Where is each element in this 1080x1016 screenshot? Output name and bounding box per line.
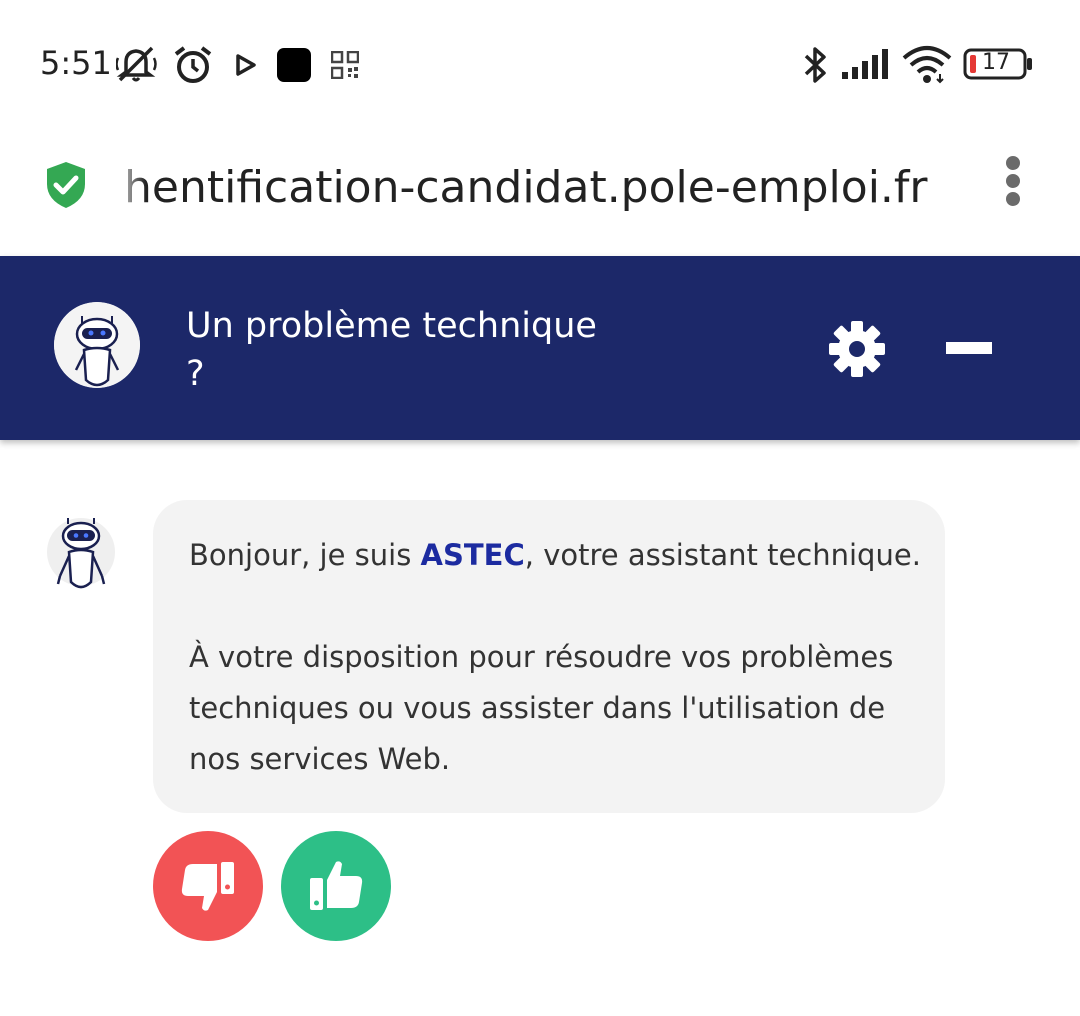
minimize-icon	[946, 342, 992, 354]
settings-button[interactable]	[826, 318, 888, 380]
url-text[interactable]: hentification-candidat.pole-emploi.fr	[124, 158, 960, 218]
chat-title: Un problème technique ?	[186, 302, 656, 398]
more-vert-icon[interactable]	[1000, 156, 1028, 206]
status-bar: 5:51 17	[0, 0, 1080, 130]
thumbs-down-icon	[181, 862, 234, 911]
bot-message-bubble: Bonjour, je suis ASTEC, votre assistant …	[153, 500, 945, 813]
like-button[interactable]	[281, 831, 391, 941]
play-icon	[234, 54, 256, 80]
status-time: 5:51	[40, 44, 112, 82]
chat-title-line2: ?	[186, 354, 205, 394]
greeting-line: Bonjour, je suis ASTEC, votre assistant …	[189, 530, 929, 581]
bluetooth-icon	[802, 44, 830, 90]
chat-header: Un problème technique ?	[0, 256, 1080, 440]
gear-icon	[829, 321, 885, 377]
bot-message-text: Bonjour, je suis ASTEC, votre assistant …	[189, 530, 929, 785]
minimize-button[interactable]	[946, 340, 994, 356]
dislike-button[interactable]	[153, 831, 263, 941]
alarm-icon	[172, 44, 214, 90]
browser-url-bar[interactable]: hentification-candidat.pole-emploi.fr	[0, 130, 1080, 256]
bot-name: ASTEC	[420, 538, 525, 572]
signal-icon	[842, 48, 890, 84]
message-bot-avatar	[46, 516, 116, 592]
shield-check-icon[interactable]	[44, 160, 88, 214]
qr-icon	[330, 50, 360, 83]
message-body: À votre disposition pour résoudre vos pr…	[189, 640, 894, 776]
mute-icon	[115, 44, 160, 88]
battery-level: 17	[982, 50, 1010, 75]
thumbs-up-icon	[310, 861, 363, 910]
bot-avatar	[54, 302, 140, 388]
chat-title-line1: Un problème technique	[186, 306, 597, 346]
wifi-icon	[902, 44, 952, 88]
greeting-suffix: , votre assistant technique.	[524, 538, 921, 572]
greeting-prefix: Bonjour, je suis	[189, 538, 421, 572]
app-square-icon	[276, 47, 312, 87]
